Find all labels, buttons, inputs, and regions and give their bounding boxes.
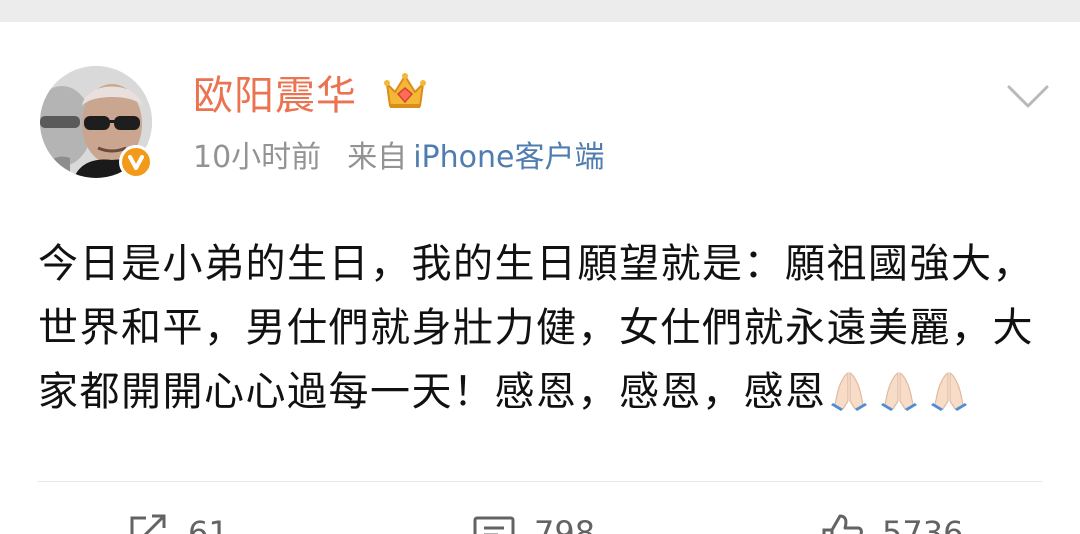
folded-hands-icon	[880, 372, 917, 411]
action-divider	[38, 481, 1042, 482]
comment-icon	[473, 516, 515, 534]
author-name[interactable]: 欧阳震华	[193, 72, 357, 120]
weibo-post-card: 欧阳震华 10小时前 来自 iPhone客户端 今日是小弟的生日，我的生日願望就是：…	[0, 22, 1080, 534]
like-icon	[822, 514, 863, 534]
folded-hands-icon	[830, 372, 867, 411]
comment-count: 798	[534, 514, 596, 534]
source-label: 来自	[347, 140, 408, 175]
like-count: 5736	[882, 514, 964, 534]
verified-badge-icon	[119, 145, 153, 179]
post-time: 10小时前	[193, 140, 322, 175]
post-meta: 10小时前 来自 iPhone客户端	[193, 140, 604, 176]
emoji-list	[827, 369, 977, 415]
repost-icon	[130, 514, 166, 534]
source-client-link[interactable]: iPhone客户端	[413, 140, 604, 175]
post-content: 今日是小弟的生日，我的生日願望就是：願祖國強大，世界和平，男仕們就身壯力健，女仕…	[38, 232, 1048, 424]
repost-count: 61	[188, 514, 229, 534]
vip-crown-icon[interactable]	[383, 70, 427, 114]
chevron-down-icon[interactable]	[1006, 82, 1050, 112]
like-button[interactable]: 5736	[820, 510, 963, 534]
repost-button[interactable]: 61	[126, 510, 229, 534]
comment-button[interactable]: 798	[472, 510, 595, 534]
folded-hands-icon	[930, 372, 967, 411]
